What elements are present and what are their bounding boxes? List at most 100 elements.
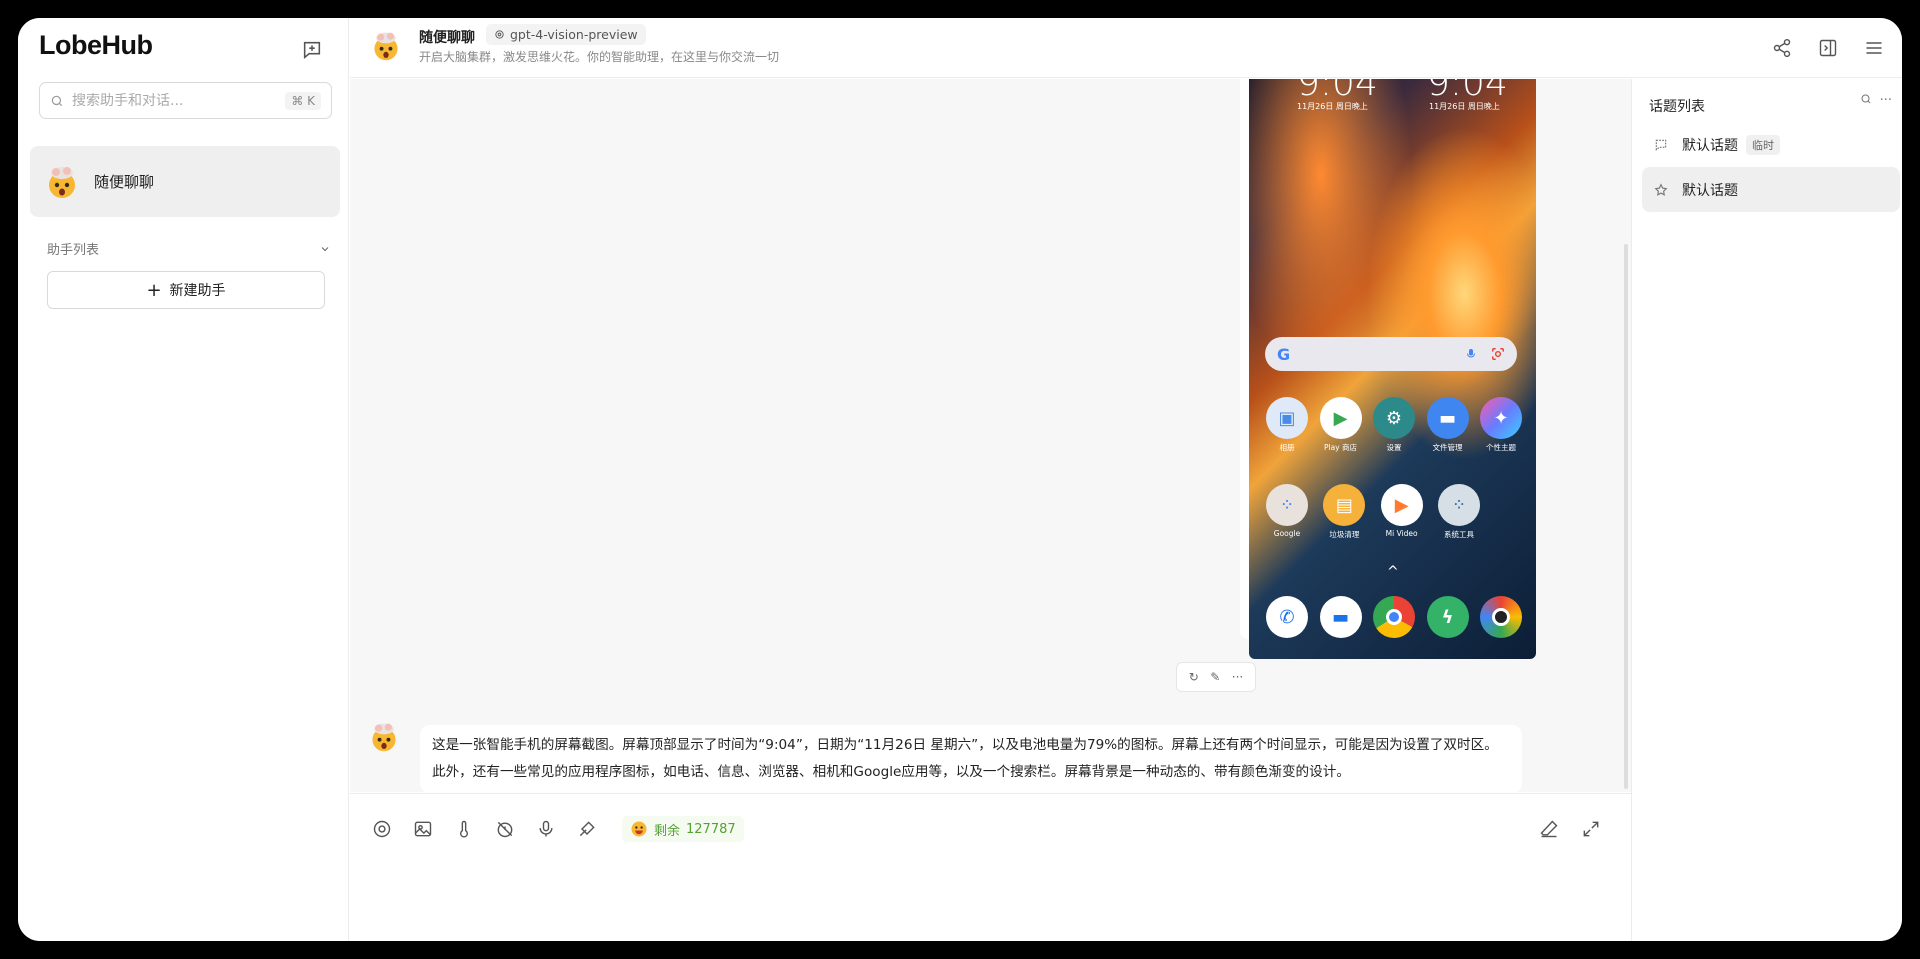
topics-panel: 话题列表 ··· 默认话题 临时 默认话题	[1631, 79, 1902, 941]
topics-title: 话题列表	[1649, 99, 1705, 115]
chevron-down-icon	[321, 246, 329, 251]
expand-button[interactable]	[1575, 813, 1607, 845]
themes-icon: ✦	[1480, 397, 1522, 439]
input-right-tools	[1533, 813, 1607, 845]
openai-icon	[495, 30, 504, 39]
camera-icon	[1480, 596, 1522, 638]
dock-messages: ▬	[1317, 596, 1365, 641]
token-counter[interactable]: 剩余 127787	[622, 816, 744, 842]
image-icon	[414, 821, 432, 837]
app-row-1: ▣ 相册 ▶ Play 商店 ⚙ 设置 ▬ 文件管理 ✦ 个性主题	[1263, 397, 1525, 453]
play-store-icon: ▶	[1319, 397, 1362, 439]
exploding-head-avatar-icon	[372, 723, 396, 752]
app-row-2: ⁘ Google ▤ 垃圾清理 ▶ Mi Video ⁘ 系统工具	[1263, 484, 1483, 540]
dock-chrome	[1370, 596, 1418, 641]
agent-group-header[interactable]: 助手列表	[47, 239, 331, 258]
chevron-up-icon: ^	[1387, 564, 1399, 580]
messages-icon: ▬	[1319, 596, 1362, 638]
dock-phone: ✆	[1263, 596, 1311, 641]
search-box[interactable]: ⌘ K	[39, 82, 332, 119]
menu-icon	[1866, 42, 1882, 54]
chat-bubble-dashed-icon	[1654, 138, 1670, 152]
video-play-icon: ▶	[1380, 484, 1423, 526]
dock-security: ϟ	[1424, 596, 1472, 641]
phone-date-right: 11月26日 周日晚上	[1429, 102, 1500, 111]
maximize-icon	[1583, 821, 1599, 837]
model-tag[interactable]: gpt-4-vision-preview	[486, 24, 646, 45]
app-files: ▬ 文件管理	[1424, 397, 1472, 453]
toggle-panel-button[interactable]	[1812, 32, 1844, 64]
input-toolbar: 剩余 127787	[366, 813, 744, 845]
chrome-icon	[1373, 596, 1415, 638]
model-settings-button[interactable]	[366, 813, 398, 845]
topic-item[interactable]: 默认话题 临时	[1642, 122, 1900, 167]
app-system-tools: ⁘ 系统工具	[1435, 484, 1483, 540]
folder-icon: ▬	[1426, 397, 1469, 439]
app-cleaner: ▤ 垃圾清理	[1320, 484, 1368, 540]
emoji-face-icon	[631, 821, 647, 837]
upload-image-button[interactable]	[407, 813, 439, 845]
more-icon[interactable]: ···	[1880, 93, 1892, 109]
history-limit-button[interactable]	[489, 813, 521, 845]
star-icon[interactable]	[1654, 182, 1670, 197]
sidebar: LobeHub ⌘ K 随便聊聊 助手列表 + 新建助手	[18, 18, 349, 941]
app-themes: ✦ 个性主题	[1477, 397, 1525, 453]
google-icon: G	[1277, 344, 1291, 364]
topics-actions: ···	[1860, 93, 1892, 109]
chat-scrollbar[interactable]	[1624, 244, 1628, 789]
menu-button[interactable]	[1858, 32, 1890, 64]
input-area: 剩余 127787	[350, 793, 1631, 941]
header-actions	[1766, 32, 1890, 64]
temperature-button[interactable]	[448, 813, 480, 845]
eraser-icon	[1540, 820, 1558, 838]
app-window: LobeHub ⌘ K 随便聊聊 助手列表 + 新建助手 随便聊聊	[18, 18, 1902, 941]
topic-label: 默认话题	[1682, 182, 1738, 199]
image-attachment[interactable]: 9:04 11月26日 周日晚上 9:04 11月26日 周日晚上 G ▣ 相册 …	[1240, 79, 1536, 659]
tools-icon	[579, 821, 595, 837]
chat-description: 开启大脑集群，激发思维火花。你的智能助理，在这里与你交流一切	[419, 50, 780, 64]
microphone-icon	[539, 820, 553, 837]
search-input[interactable]	[72, 92, 286, 109]
search-shortcut: ⌘ K	[285, 91, 321, 110]
avatar	[368, 721, 400, 757]
session-item-active[interactable]: 随便聊聊	[30, 146, 340, 217]
message-actions: ↻ ✎ ···	[1176, 662, 1256, 692]
regenerate-icon[interactable]: ↻	[1189, 670, 1199, 684]
group-label: 助手列表	[47, 243, 100, 258]
clear-button[interactable]	[1533, 813, 1565, 845]
security-icon: ϟ	[1426, 596, 1469, 638]
message-plus-icon	[303, 41, 321, 59]
search-icon[interactable]	[1860, 93, 1872, 109]
model-icon	[373, 820, 391, 838]
brand-logo: LobeHub	[39, 30, 153, 60]
search-icon	[51, 95, 63, 106]
new-agent-label: 新建助手	[169, 283, 226, 299]
panel-right-icon	[1819, 39, 1837, 57]
new-agent-button[interactable]: + 新建助手	[47, 271, 325, 309]
settings-icon: ⚙	[1373, 397, 1415, 439]
edit-icon[interactable]: ✎	[1210, 670, 1220, 684]
plus-icon: +	[146, 279, 162, 301]
new-chat-button[interactable]	[298, 36, 326, 64]
app-settings: ⚙ 设置	[1370, 397, 1418, 453]
chat-title: 随便聊聊	[419, 30, 475, 46]
thermometer-icon	[460, 820, 468, 838]
model-name: gpt-4-vision-preview	[510, 27, 638, 42]
dock: ✆ ▬ ϟ	[1263, 596, 1525, 641]
gallery-icon: ▣	[1266, 397, 1308, 439]
token-label: 剩余	[654, 823, 681, 839]
exploding-head-avatar-icon	[49, 166, 75, 198]
tools-button[interactable]	[571, 813, 603, 845]
phone-screenshot: 9:04 11月26日 周日晚上 9:04 11月26日 周日晚上 G ▣ 相册 …	[1249, 79, 1536, 659]
system-tools-icon: ⁘	[1437, 484, 1480, 526]
voice-input-button[interactable]	[530, 813, 562, 845]
google-folder-icon: ⁘	[1266, 484, 1308, 526]
share-button[interactable]	[1766, 32, 1798, 64]
phone-call-icon: ✆	[1266, 596, 1308, 638]
assistant-message: 这是一张智能手机的屏幕截图。屏幕顶部显示了时间为“9:04”，日期为“11月26…	[420, 725, 1522, 792]
more-icon[interactable]: ···	[1232, 670, 1243, 684]
topic-item-active[interactable]: 默认话题	[1642, 167, 1900, 212]
mic-icon	[1467, 349, 1475, 358]
avatar[interactable]	[370, 30, 402, 66]
token-count: 127787	[686, 821, 736, 837]
